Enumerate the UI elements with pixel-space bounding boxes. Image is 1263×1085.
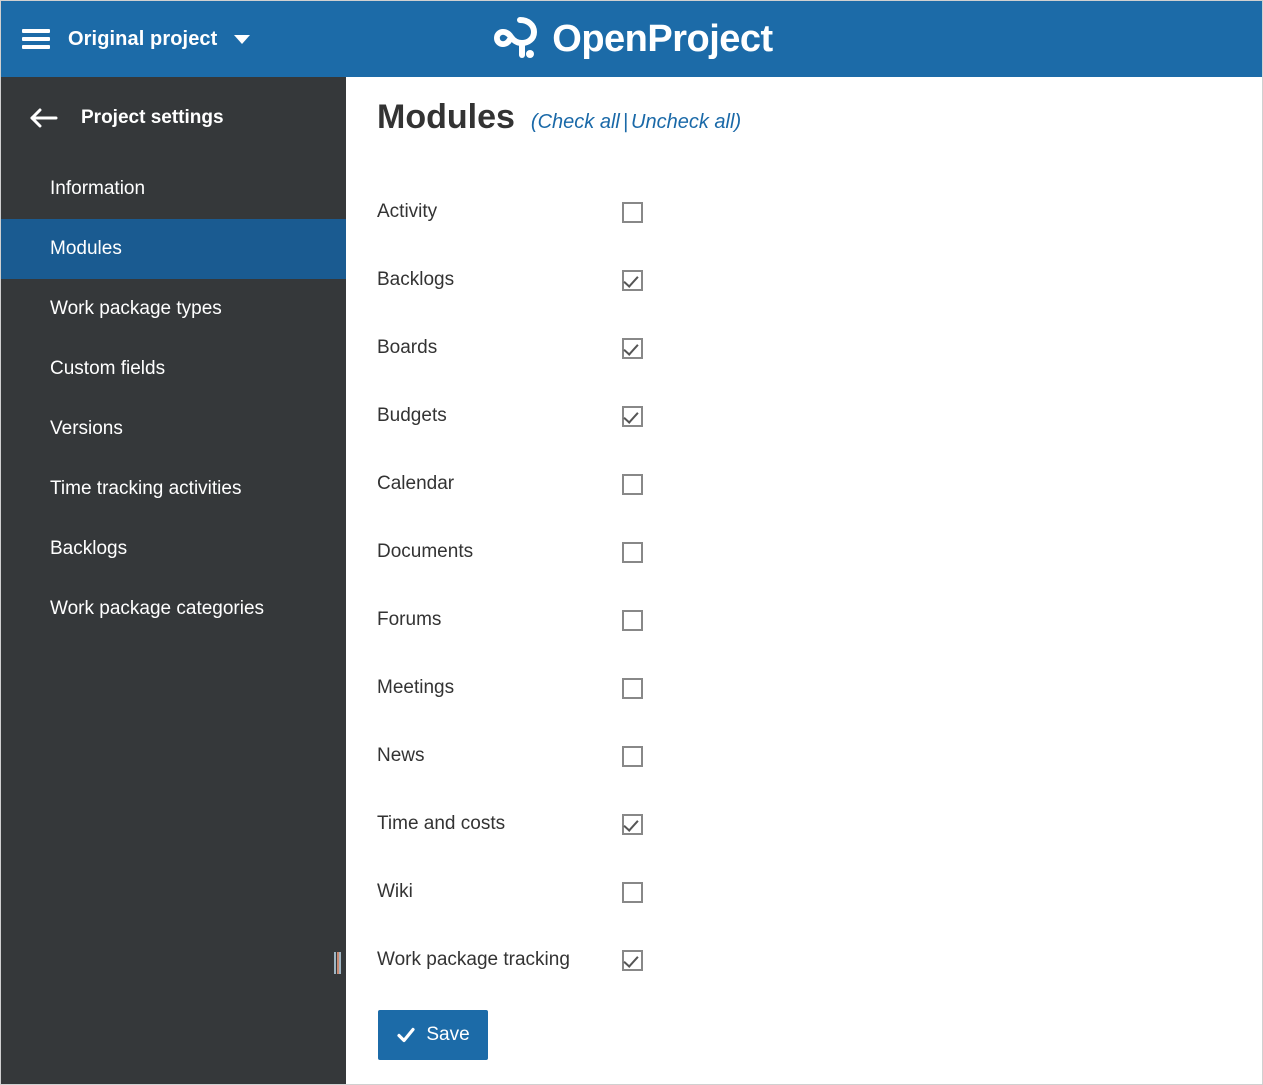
module-label-backlogs[interactable]: Backlogs: [377, 269, 622, 291]
main-content: Modules (Check all | Uncheck all) Activity…: [346, 77, 1262, 1084]
sidebar-item-work-package-types[interactable]: Work package types: [1, 279, 346, 339]
module-row: Calendar: [377, 450, 1262, 518]
module-row: News: [377, 722, 1262, 790]
project-name-label[interactable]: Original project: [68, 28, 217, 51]
module-label-boards[interactable]: Boards: [377, 337, 622, 359]
sidebar-header: Project settings: [1, 77, 346, 159]
page-title: Modules: [377, 98, 515, 136]
sidebar-item-modules[interactable]: Modules: [1, 219, 346, 279]
module-row: Forums: [377, 586, 1262, 654]
module-row: Activity: [377, 178, 1262, 246]
project-settings-sidebar: Project settings Information Modules Wor…: [1, 77, 346, 1084]
module-row: Backlogs: [377, 246, 1262, 314]
sidebar-title: Project settings: [81, 107, 224, 128]
check-icon: [397, 1028, 415, 1043]
sidebar-item-versions[interactable]: Versions: [1, 399, 346, 459]
check-all-link[interactable]: Check all: [538, 111, 620, 133]
module-row: Wiki: [377, 858, 1262, 926]
module-checkbox-boards[interactable]: [622, 337, 643, 359]
brand-name-label: OpenProject: [552, 18, 773, 60]
bulk-toggle-links: (Check all | Uncheck all): [531, 111, 741, 134]
sidebar-item-information[interactable]: Information: [1, 159, 346, 219]
openproject-window: Original project OpenProject Project set…: [0, 0, 1263, 1085]
module-checkbox-work-package-tracking[interactable]: [622, 949, 643, 971]
top-header-bar: Original project OpenProject: [1, 1, 1262, 77]
openproject-logo-icon: [494, 17, 538, 58]
module-checkbox-news[interactable]: [622, 745, 643, 767]
module-label-budgets[interactable]: Budgets: [377, 405, 622, 427]
module-row: Meetings: [377, 654, 1262, 722]
module-row: Boards: [377, 314, 1262, 382]
links-separator: |: [622, 111, 629, 133]
module-checkbox-activity[interactable]: [622, 201, 643, 223]
sidebar-item-custom-fields[interactable]: Custom fields: [1, 339, 346, 399]
sidebar-resize-handle[interactable]: [334, 952, 341, 974]
save-button[interactable]: Save: [378, 1010, 488, 1061]
uncheck-all-link[interactable]: Uncheck all: [631, 111, 734, 133]
paren-open: (: [530, 111, 538, 133]
module-label-forums[interactable]: Forums: [377, 609, 622, 631]
module-label-time-and-costs[interactable]: Time and costs: [377, 813, 622, 835]
module-checkbox-forums[interactable]: [622, 609, 643, 631]
module-checkbox-backlogs[interactable]: [622, 269, 643, 291]
paren-close: ): [734, 111, 742, 133]
module-label-activity[interactable]: Activity: [377, 201, 622, 223]
module-label-work-package-tracking[interactable]: Work package tracking: [377, 949, 622, 971]
module-label-news[interactable]: News: [377, 745, 622, 767]
page-header: Modules (Check all | Uncheck all): [346, 77, 1262, 136]
save-button-label: Save: [426, 1024, 470, 1046]
module-label-wiki[interactable]: Wiki: [377, 881, 622, 903]
modules-form: Activity Backlogs Boards Budgets Calenda: [346, 136, 1262, 1061]
module-checkbox-meetings[interactable]: [622, 677, 643, 699]
hamburger-line: [22, 29, 50, 33]
module-checkbox-budgets[interactable]: [622, 405, 643, 427]
hamburger-line: [22, 45, 50, 49]
module-label-meetings[interactable]: Meetings: [377, 677, 622, 699]
module-row: Budgets: [377, 382, 1262, 450]
page-body: Project settings Information Modules Wor…: [1, 77, 1262, 1084]
sidebar-item-work-package-categories[interactable]: Work package categories: [1, 579, 346, 639]
chevron-down-icon[interactable]: [234, 34, 251, 44]
module-row: Time and costs: [377, 790, 1262, 858]
module-checkbox-wiki[interactable]: [622, 881, 643, 903]
sidebar-item-backlogs[interactable]: Backlogs: [1, 519, 346, 579]
module-checkbox-documents[interactable]: [622, 541, 643, 563]
hamburger-icon[interactable]: [22, 29, 50, 49]
arrow-left-icon[interactable]: [29, 107, 59, 129]
module-checkbox-time-and-costs[interactable]: [622, 813, 643, 835]
sidebar-item-time-tracking-activities[interactable]: Time tracking activities: [1, 459, 346, 519]
hamburger-line: [22, 37, 50, 41]
module-checkbox-calendar[interactable]: [622, 473, 643, 495]
module-row: Documents: [377, 518, 1262, 586]
module-label-documents[interactable]: Documents: [377, 541, 622, 563]
brand-logo-link[interactable]: OpenProject: [490, 16, 773, 62]
module-label-calendar[interactable]: Calendar: [377, 473, 622, 495]
module-row: Work package tracking: [377, 926, 1262, 994]
drag-handle-line: [339, 952, 341, 974]
